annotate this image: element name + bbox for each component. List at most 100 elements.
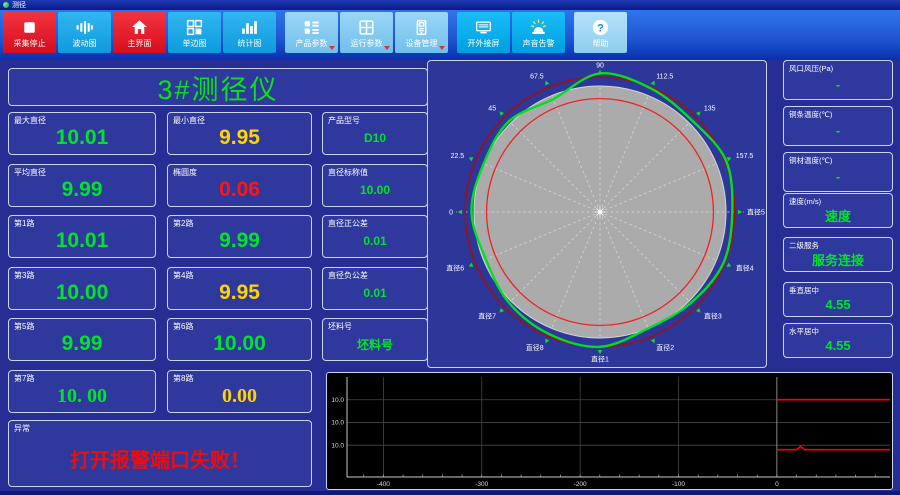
svg-text:22.5: 22.5 xyxy=(451,153,465,160)
product-model-value: D10 xyxy=(363,131,386,145)
wave-chart-button[interactable]: 波动图 xyxy=(58,12,111,53)
svg-text:?: ? xyxy=(597,23,604,35)
channel-8-cell: 第8路 0.00 xyxy=(167,370,312,413)
alarm-message: 打开报警端口失败！ xyxy=(70,450,250,472)
dropdown-arrow-icon xyxy=(329,46,335,50)
svg-text:10.0: 10.0 xyxy=(331,397,344,404)
channel-4-cell: 第4路 9.95 xyxy=(167,267,312,310)
device-icon xyxy=(412,18,431,38)
svg-text:135: 135 xyxy=(704,106,716,113)
material-temperature-box: 铜材温度(℃) - xyxy=(783,152,893,192)
air-pressure-box: 风口风压(Pa) - xyxy=(783,60,893,100)
channel-2-cell: 第2路 9.99 xyxy=(167,215,312,258)
product-params-button[interactable]: 产品参数 xyxy=(285,12,338,53)
window-title: 测径 xyxy=(12,1,26,9)
roundness-polar-chart: 直径5 157.5 135 112.5 90 67.5 45 22.5 0 直径6 直径7 直径8 直径… xyxy=(427,60,767,368)
toolbar-button-label: 单边图 xyxy=(182,38,207,48)
product-model-cell: 产品型号 D10 xyxy=(322,112,428,155)
main-screen-button[interactable]: 主界面 xyxy=(113,12,166,53)
vertical-center-value: 4.55 xyxy=(825,296,851,312)
list-grid-icon xyxy=(302,18,321,38)
device-manage-button[interactable]: 设备管理 xyxy=(395,12,448,53)
min-diameter-cell: 最小直径 9.95 xyxy=(167,112,312,155)
toolbar-button-label: 产品参数 xyxy=(295,38,328,48)
help-icon: ? xyxy=(591,18,610,38)
svg-text:直径7: 直径7 xyxy=(478,311,496,320)
svg-text:直径4: 直径4 xyxy=(736,264,754,273)
channel-3-cell: 第3路 10.00 xyxy=(8,267,156,310)
svg-text:-100: -100 xyxy=(672,481,685,488)
help-button[interactable]: ? 帮助 xyxy=(574,12,627,53)
billet-no-cell: 坯料号 坯料号 xyxy=(322,318,428,361)
plus-tolerance-cell: 直径正公差 0.01 xyxy=(322,215,428,258)
dropdown-arrow-icon xyxy=(384,46,390,50)
secondary-service-box: 二级服务 服务连接 xyxy=(783,237,893,272)
avg-diameter-value: 9.99 xyxy=(61,178,103,201)
svg-text:-300: -300 xyxy=(475,481,488,488)
external-screen-button[interactable]: 开外接屏 xyxy=(457,12,510,53)
svg-text:67.5: 67.5 xyxy=(530,74,544,81)
channel-6-value: 10.00 xyxy=(213,332,266,355)
toolbar-button-label: 统计图 xyxy=(237,38,262,48)
channel-5-value: 9.99 xyxy=(61,332,103,355)
min-diameter-value: 9.95 xyxy=(219,126,260,149)
speed-box: 速度(m/s) 速度 xyxy=(783,193,893,228)
alarm-box: 异常 打开报警端口失败！ xyxy=(8,420,312,487)
toolbar-button-label: 开外接屏 xyxy=(467,38,500,48)
window-grid-icon xyxy=(357,18,376,38)
channel-1-value: 10.01 xyxy=(55,229,109,252)
toolbar-button-label: 帮助 xyxy=(592,38,609,48)
material-temperature-value: - xyxy=(835,169,841,184)
channel-6-cell: 第6路 10.00 xyxy=(167,318,312,361)
capture-stop-button[interactable]: 采集停止 xyxy=(3,12,56,53)
svg-text:直径2: 直径2 xyxy=(656,343,674,352)
panels-icon xyxy=(185,18,204,38)
nominal-diameter-cell: 直径标称值 10.00 xyxy=(322,164,428,207)
toolbar: 采集停止 波动图 主界面 单边图 统计图 产品参数 运行参数 设备管理 开外接屏 声音告警? 帮助 xyxy=(0,10,900,60)
toolbar-button-label: 声音告警 xyxy=(522,38,555,48)
svg-text:直径8: 直径8 xyxy=(526,343,544,352)
run-params-button[interactable]: 运行参数 xyxy=(340,12,393,53)
toolbar-button-label: 设备管理 xyxy=(405,38,438,48)
toolbar-button-label: 波动图 xyxy=(72,38,97,48)
svg-text:直径5: 直径5 xyxy=(747,207,765,216)
svg-text:直径1: 直径1 xyxy=(591,354,609,363)
svg-text:10.0: 10.0 xyxy=(331,420,344,427)
bar-temperature-value: - xyxy=(835,123,841,138)
channel-7-cell: 第7路 10. 00 xyxy=(8,370,156,413)
channel-8-value: 0.00 xyxy=(222,384,257,407)
trend-chart-svg: 10.0 10.0 10.0 -400 -300 -200 -100 0 xyxy=(331,377,890,488)
ovality-cell: 椭圆度 0.06 xyxy=(167,164,312,207)
waveform-icon xyxy=(75,18,94,38)
svg-text:直径3: 直径3 xyxy=(704,311,722,320)
nominal-diameter-value: 10.00 xyxy=(359,183,391,197)
toolbar-button-label: 主界面 xyxy=(127,38,152,48)
titlebar: 测径 xyxy=(0,0,900,10)
avg-diameter-cell: 平均直径 9.99 xyxy=(8,164,156,207)
vertical-center-box: 垂直居中 4.55 xyxy=(783,282,893,317)
minus-tolerance-value: 0.01 xyxy=(363,286,387,300)
channel-2-value: 9.99 xyxy=(219,229,260,252)
siren-icon xyxy=(529,18,548,38)
sound-alarm-button[interactable]: 声音告警 xyxy=(512,12,565,53)
barchart-icon xyxy=(240,18,259,38)
stats-chart-button[interactable]: 统计图 xyxy=(223,12,276,53)
svg-text:-200: -200 xyxy=(574,481,587,488)
single-side-chart-button[interactable]: 单边图 xyxy=(168,12,221,53)
svg-text:90: 90 xyxy=(596,62,604,69)
svg-text:直径6: 直径6 xyxy=(446,264,464,273)
main-area: 3#测径仪 最大直径 10.01 最小直径 9.95 产品型号 D10 平均直径 9.99 椭圆… xyxy=(0,58,900,495)
svg-text:10.0: 10.0 xyxy=(331,442,344,449)
horizontal-center-box: 水平居中 4.55 xyxy=(783,323,893,358)
bar-temperature-box: 铜条温度(℃) - xyxy=(783,106,893,146)
secondary-service-value: 服务连接 xyxy=(811,252,864,268)
toolbar-button-label: 采集停止 xyxy=(13,38,46,48)
plus-tolerance-value: 0.01 xyxy=(363,234,387,248)
horizontal-center-value: 4.55 xyxy=(825,337,851,353)
minus-tolerance-cell: 直径负公差 0.01 xyxy=(322,267,428,310)
max-diameter-value: 10.01 xyxy=(55,126,109,149)
channel-3-value: 10.00 xyxy=(55,281,109,304)
svg-text:157.5: 157.5 xyxy=(736,153,754,160)
speed-value: 速度 xyxy=(824,208,851,224)
gauge-title-box: 3#测径仪 xyxy=(8,68,428,106)
